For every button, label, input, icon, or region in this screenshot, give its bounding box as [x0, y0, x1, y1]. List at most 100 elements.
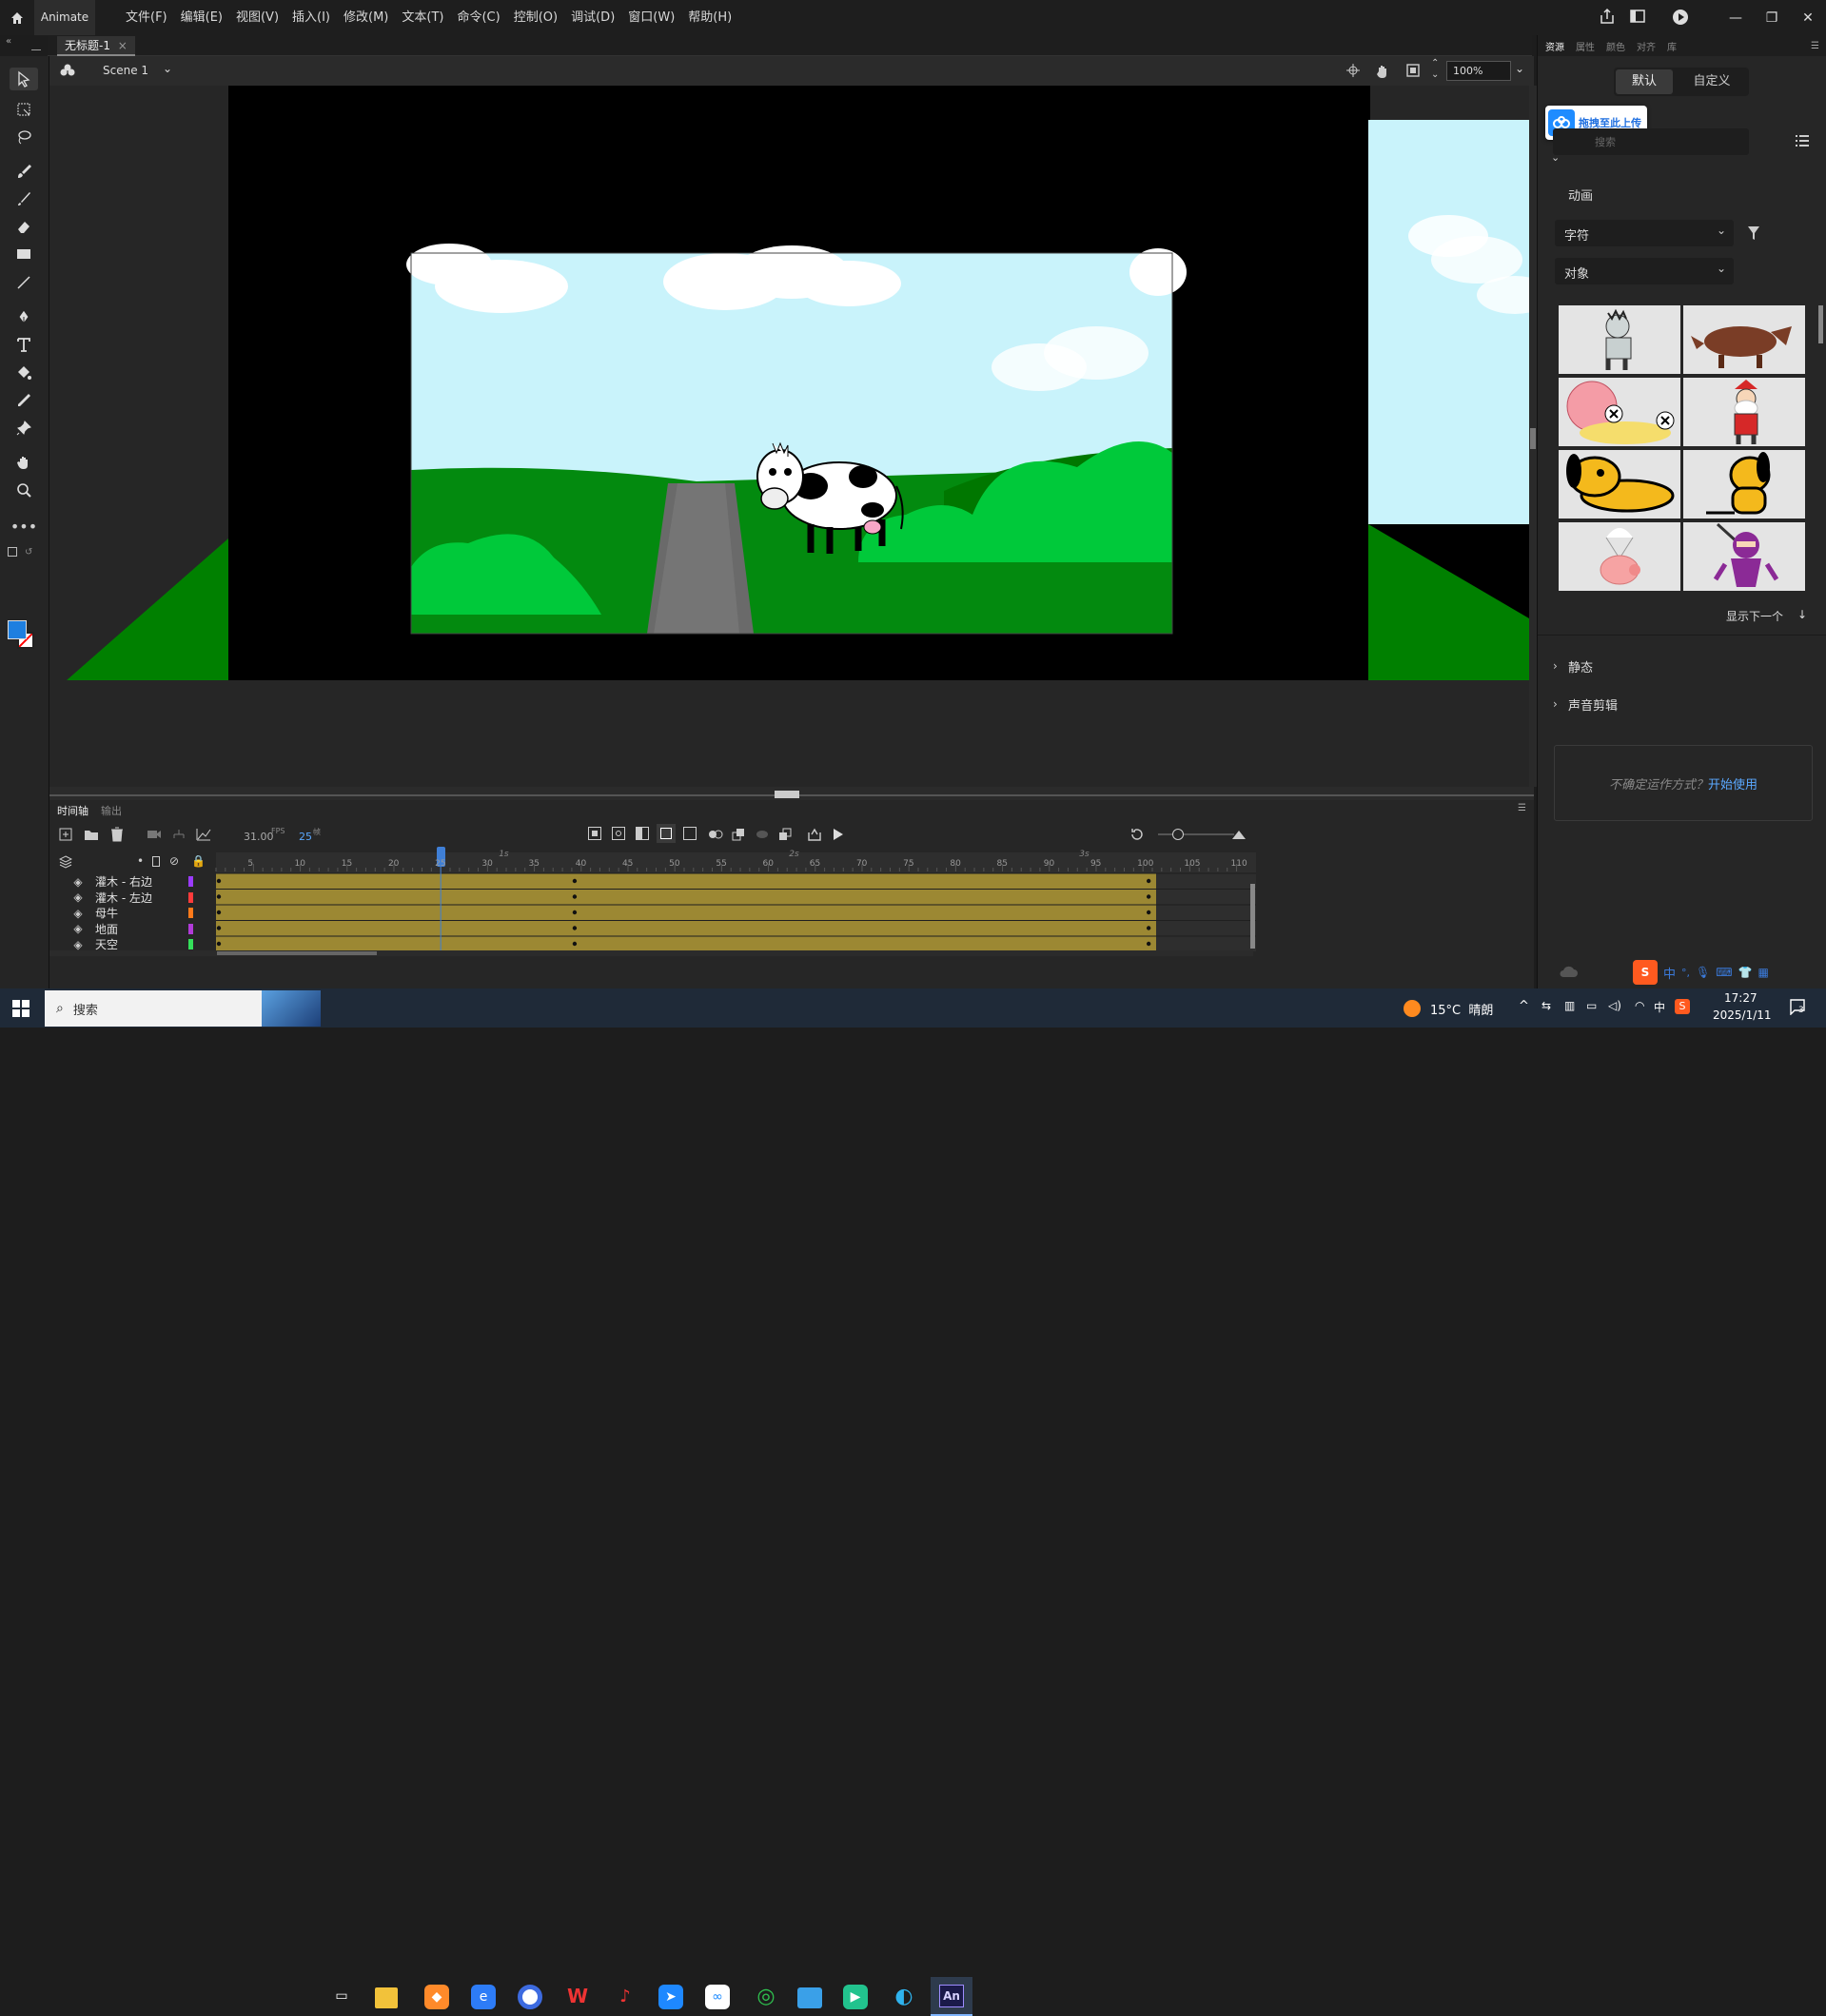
layer-name[interactable]: 地面 [95, 921, 186, 937]
rotate-stage-icon[interactable] [1374, 63, 1391, 80]
insert-blank-keyframe-icon[interactable] [612, 827, 625, 840]
filter-icon[interactable] [1747, 225, 1760, 241]
hand-tool-icon[interactable] [10, 451, 38, 474]
classic-tween-icon[interactable] [778, 828, 792, 841]
onion-skin-icon[interactable] [657, 824, 676, 843]
get-started-link[interactable]: 开始使用 [1708, 774, 1757, 793]
paint-brush-tool-icon[interactable] [10, 160, 38, 183]
outline-icon[interactable] [152, 856, 160, 867]
keyboard-icon[interactable]: ⌨ [1716, 966, 1732, 979]
asset-thumbnail-mummy[interactable] [1559, 305, 1680, 374]
minimize-icon[interactable]: — [1718, 10, 1754, 26]
layer-name[interactable]: 母牛 [95, 905, 186, 921]
tab-library[interactable]: 库 [1667, 39, 1677, 53]
timeline-collapse-icon[interactable] [1231, 829, 1247, 840]
chevron-right-icon[interactable]: › [1553, 659, 1558, 673]
snap-icon[interactable] [1345, 63, 1361, 78]
swap-colors-icon[interactable]: ↺ [25, 547, 32, 558]
baidu-netdisk-taskbar-icon[interactable]: ∞ [705, 1985, 730, 2009]
notification-center-icon[interactable]: 3 [1789, 998, 1806, 1016]
asset-thumbnail-ninja[interactable] [1683, 522, 1805, 591]
tray-sogou-icon[interactable]: S [1675, 999, 1690, 1014]
cloud-icon[interactable] [1559, 964, 1578, 979]
layer-color-swatch[interactable] [188, 876, 193, 887]
file-explorer-icon[interactable] [375, 1987, 398, 2008]
show-all-dot-icon[interactable]: • [137, 854, 144, 868]
collapse-toolbar-icon[interactable]: « [6, 36, 11, 47]
list-view-icon[interactable] [1795, 134, 1810, 147]
asset-thumbnail-dog-sitting[interactable] [1683, 450, 1805, 519]
layer-color-swatch[interactable] [188, 923, 193, 934]
play-icon[interactable] [832, 827, 845, 842]
frame-size-slider-thumb[interactable] [1172, 829, 1184, 840]
text-tool-icon[interactable] [10, 333, 38, 356]
android-studio-icon[interactable]: ▶ [843, 1985, 868, 2009]
new-layer-icon[interactable] [59, 828, 72, 841]
menu-commands[interactable]: 命令(C) [450, 0, 506, 35]
more-tools-icon[interactable]: ••• [10, 515, 38, 538]
assets-scroll-thumb[interactable] [1818, 305, 1823, 343]
tray-chart-icon[interactable]: ▥ [1564, 999, 1575, 1012]
taskbar-search-box[interactable]: ⌕ 搜索 [45, 990, 321, 1027]
chevron-right-icon[interactable]: › [1553, 697, 1558, 711]
vertical-scroll-thumb[interactable] [1530, 428, 1536, 449]
section-static-title[interactable]: 静态 [1568, 657, 1593, 675]
eraser-tool-icon[interactable] [10, 215, 38, 238]
selection-tool-icon[interactable] [10, 68, 38, 90]
timeline-menu-icon[interactable]: ☰ [1518, 803, 1526, 813]
stage-horizontal-scrollbar[interactable] [49, 787, 1534, 800]
frame-size-slider[interactable] [1158, 833, 1234, 835]
scene-name[interactable]: Scene 1 [103, 64, 148, 77]
graph-icon[interactable] [196, 828, 211, 841]
home-icon[interactable] [0, 0, 34, 35]
asset-thumbnail-santa[interactable] [1683, 378, 1805, 446]
layer-color-swatch[interactable] [188, 891, 193, 903]
clock-date[interactable]: 2025/1/11 [1713, 1008, 1772, 1022]
workspace-icon[interactable] [1629, 8, 1646, 25]
layer-name[interactable]: 灌木 - 左边 [95, 890, 186, 906]
paint-app-icon[interactable]: ♪ [611, 1982, 639, 2010]
feishu-icon[interactable]: ➤ [658, 1985, 683, 2009]
stroke-color-swatch[interactable] [8, 620, 27, 639]
asset-thumbnail-dog-lying[interactable] [1559, 450, 1680, 519]
menu-file[interactable]: 文件(F) [119, 0, 174, 35]
shape-tween-icon[interactable] [756, 828, 769, 841]
punctuation-icon[interactable]: °, [1681, 967, 1690, 979]
layer-visibility-icon[interactable]: ◈ [69, 938, 88, 951]
paint-bucket-tool-icon[interactable] [10, 362, 38, 384]
pin-tool-icon[interactable] [10, 417, 38, 440]
layer-color-swatch[interactable] [188, 939, 193, 949]
close-icon[interactable]: ✕ [1790, 10, 1826, 26]
center-frame-icon[interactable] [1129, 827, 1145, 842]
insert-frame-icon[interactable] [636, 827, 649, 840]
export-icon[interactable] [807, 827, 822, 842]
wechat-icon[interactable]: ◎ [752, 1982, 780, 2010]
zoom-dropdown-chevron-down-icon[interactable]: ⌄ [1515, 62, 1524, 75]
timeline-horizontal-scrollbar[interactable] [49, 950, 1253, 956]
zoom-input[interactable]: 100% [1446, 61, 1511, 81]
layer-name[interactable]: 灌木 - 右边 [95, 873, 186, 890]
character-dropdown[interactable]: 字符 ⌄ [1555, 220, 1734, 246]
tab-assets[interactable]: 资源 [1545, 39, 1564, 53]
layer-parenting-icon[interactable] [171, 828, 187, 841]
loop-icon[interactable] [708, 828, 723, 841]
menu-control[interactable]: 控制(O) [507, 0, 564, 35]
current-frame[interactable]: 25 [299, 831, 312, 843]
eyedropper-tool-icon[interactable] [10, 389, 38, 412]
layer-visibility-icon[interactable]: ◈ [69, 922, 88, 935]
section-animation-chevron-down-icon[interactable]: ⌄ [1551, 151, 1560, 164]
tab-align[interactable]: 对齐 [1637, 39, 1656, 53]
asset-thumbnail-snail[interactable] [1559, 378, 1680, 446]
windows-start-icon[interactable] [12, 1000, 29, 1017]
share-icon[interactable] [1599, 8, 1616, 25]
tray-expand-icon[interactable]: ^ [1519, 999, 1529, 1013]
chrome-like-icon[interactable] [518, 1985, 542, 2009]
menu-window[interactable]: 窗口(W) [621, 0, 681, 35]
menu-help[interactable]: 帮助(H) [681, 0, 738, 35]
lasso-tool-icon[interactable] [10, 126, 38, 148]
stage-area[interactable] [49, 86, 1529, 787]
camera-icon[interactable] [147, 829, 162, 840]
restore-icon[interactable]: ❐ [1754, 10, 1790, 26]
menu-view[interactable]: 视图(V) [229, 0, 285, 35]
layer-visibility-icon[interactable]: ◈ [69, 891, 88, 904]
